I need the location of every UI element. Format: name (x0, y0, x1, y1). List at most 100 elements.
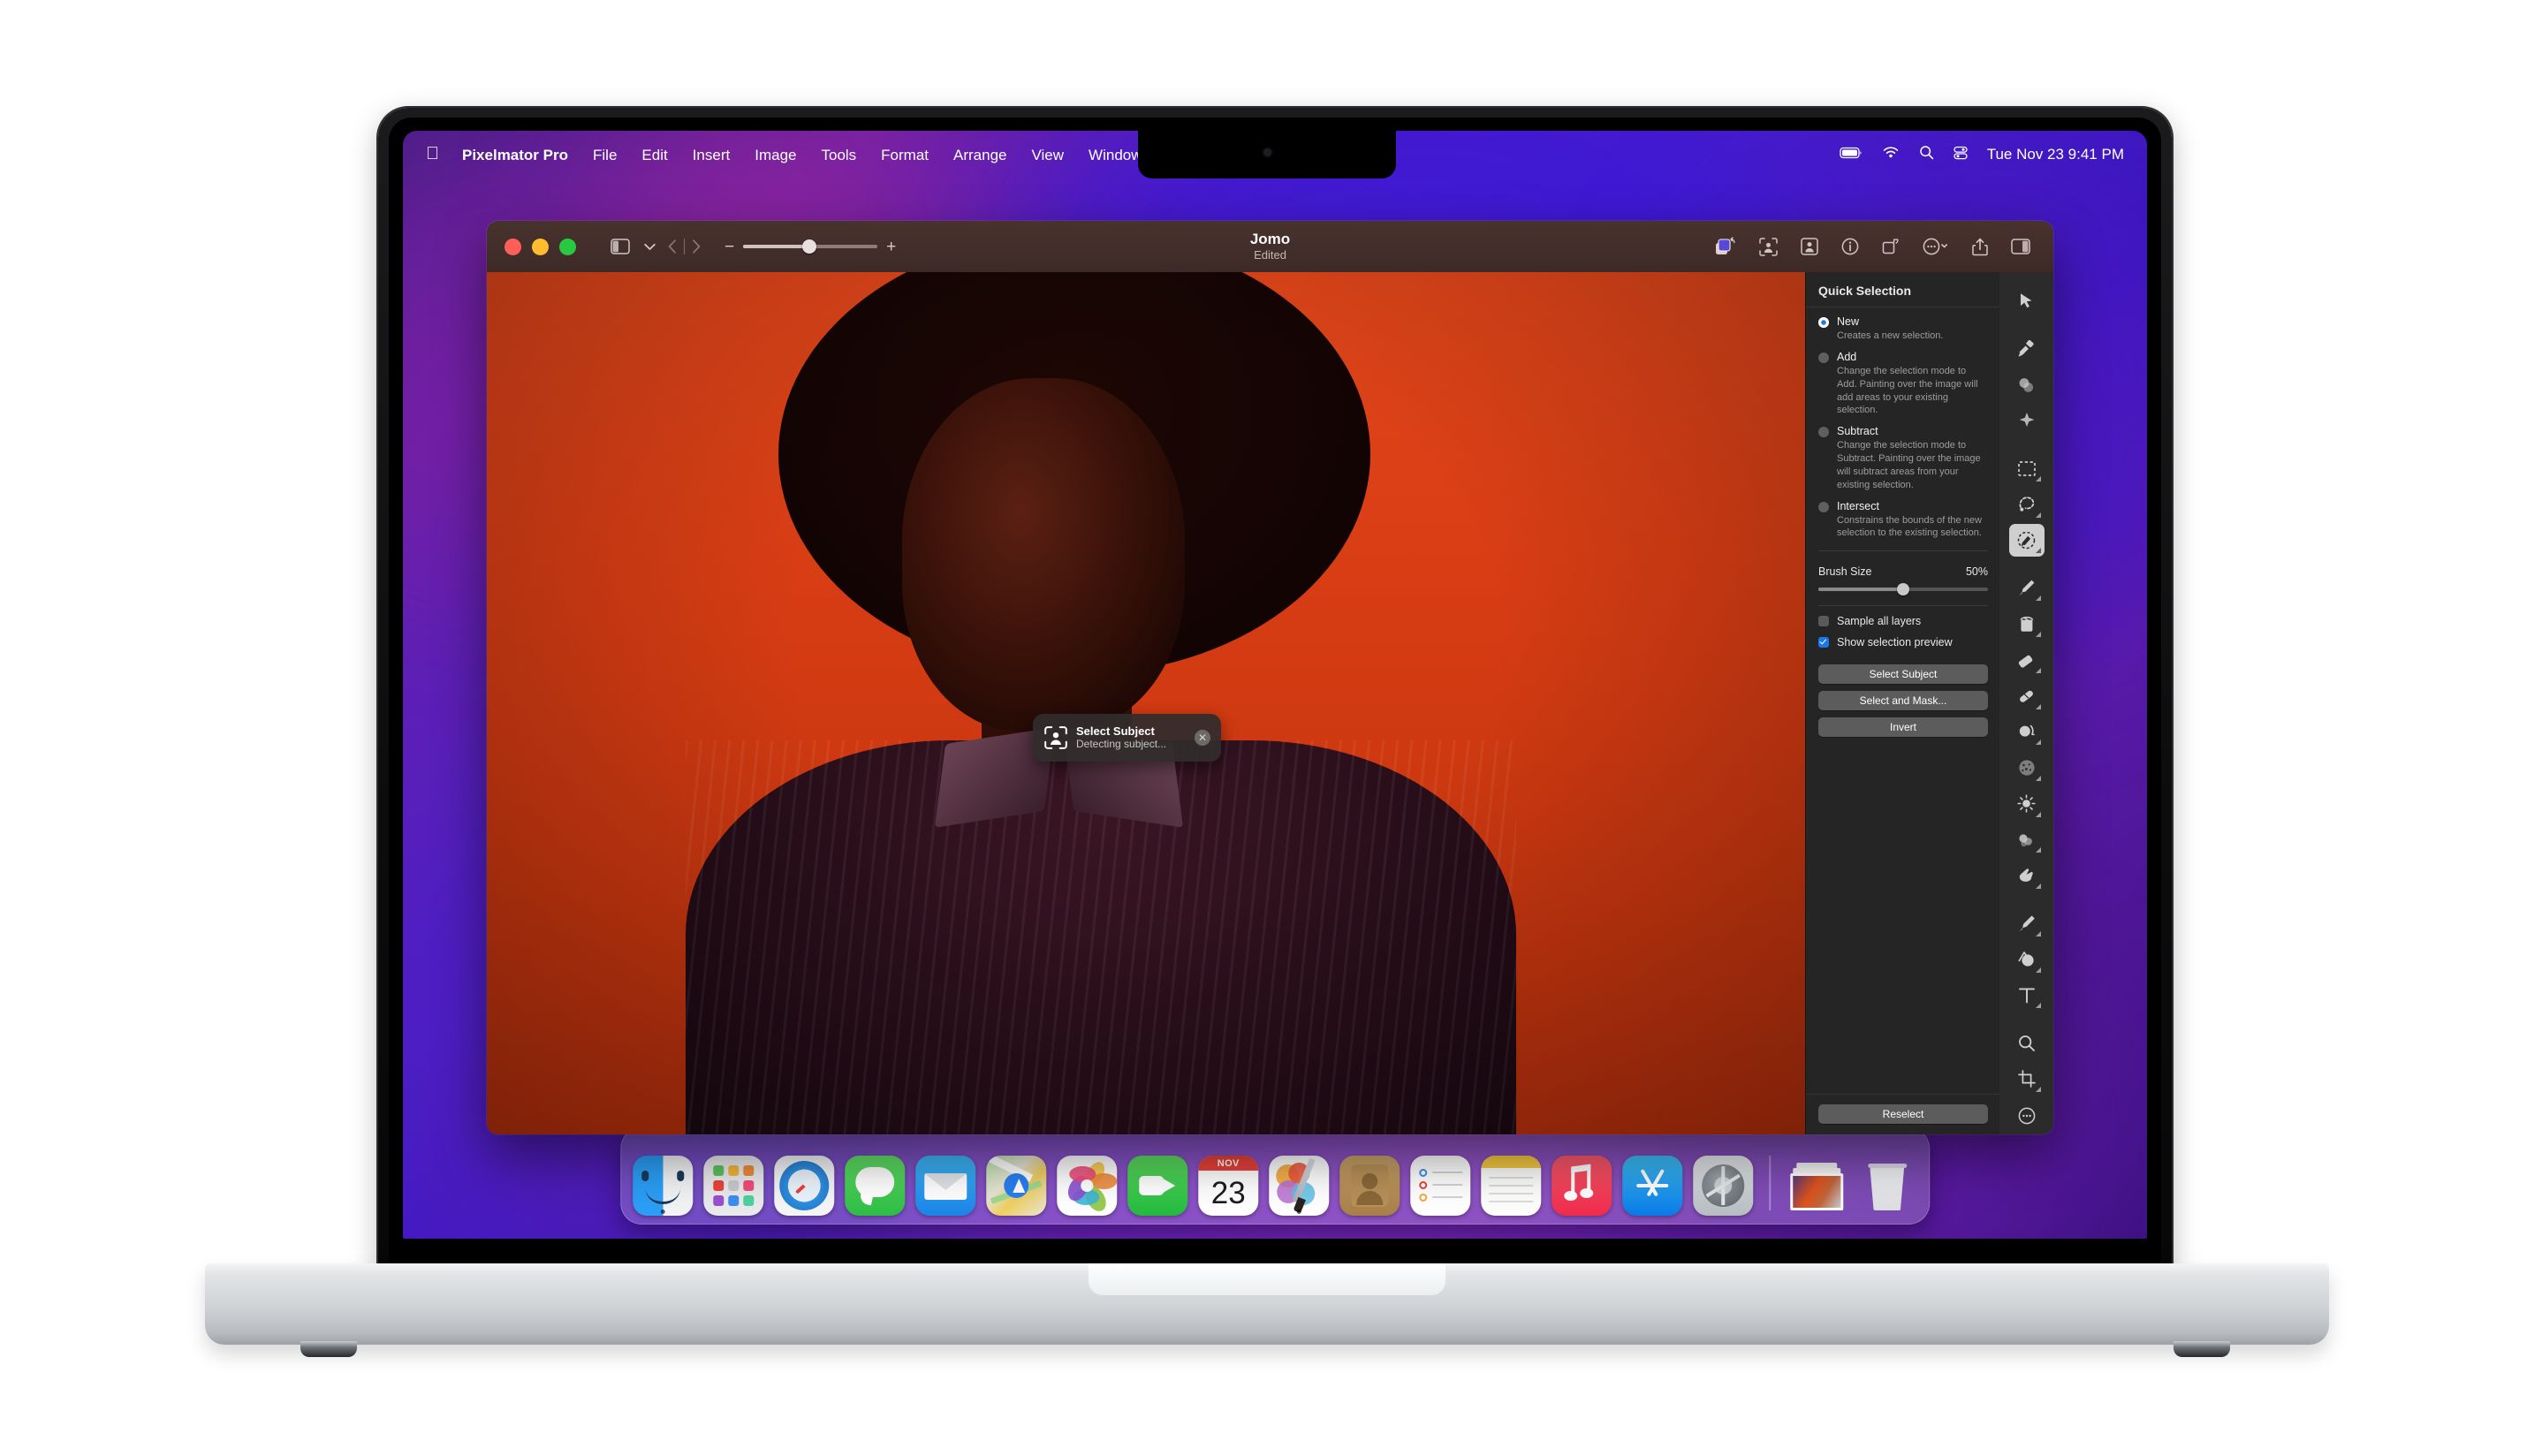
effects-tool[interactable] (2009, 368, 2045, 402)
dock-item-finder[interactable] (633, 1156, 694, 1216)
color-adjustments-tool[interactable] (2009, 332, 2045, 366)
battery-icon[interactable] (1840, 146, 1863, 163)
dock-item-photos[interactable] (1057, 1156, 1118, 1216)
smudge-tool[interactable] (2009, 823, 2045, 857)
menu-item-edit[interactable]: Edit (629, 148, 679, 163)
share-icon[interactable] (1972, 238, 1988, 256)
tool-submenu-indicator[interactable] (2035, 775, 2041, 781)
zoom-slider-track[interactable] (743, 239, 878, 254)
minimize-button[interactable] (532, 238, 549, 255)
rectangular-select-tool[interactable] (2009, 451, 2045, 485)
zoom-out-button[interactable]: − (725, 239, 734, 255)
arrange-tool[interactable] (2009, 284, 2045, 318)
invert-button[interactable]: Invert (1818, 717, 1988, 737)
dock-item-maps[interactable] (986, 1156, 1047, 1216)
more-tools-icon[interactable] (2009, 1098, 2045, 1134)
checkbox-show-selection-preview[interactable]: Show selection preview (1806, 627, 2000, 648)
tool-submenu-indicator[interactable] (2035, 632, 2041, 638)
zoom-tool[interactable] (2009, 1027, 2045, 1060)
dock-item-mail[interactable] (915, 1156, 976, 1216)
dock-item-music[interactable] (1552, 1156, 1612, 1216)
quick-selection-tool[interactable] (2008, 523, 2045, 557)
tool-submenu-indicator[interactable] (2035, 847, 2041, 853)
radio-subtract[interactable] (1818, 427, 1829, 438)
clone-tool[interactable] (2009, 716, 2045, 749)
apple-logo-icon[interactable]:  (419, 145, 450, 165)
control-center-icon[interactable] (1954, 146, 1968, 164)
tool-submenu-indicator[interactable] (2035, 667, 2041, 673)
menu-item-format[interactable]: Format (869, 148, 941, 163)
portrait-icon[interactable] (1801, 238, 1818, 255)
layers-swap-icon[interactable] (1715, 237, 1736, 256)
paint-bucket-tool[interactable] (2009, 607, 2045, 641)
menu-bar-clock[interactable]: Tue Nov 23 9:41 PM (1987, 146, 2124, 163)
back-icon[interactable] (664, 239, 681, 254)
image-canvas[interactable]: Select Subject Detecting subject... ✕ (487, 272, 1805, 1134)
eraser-tool[interactable] (2009, 643, 2045, 677)
checkbox-sample-all-layers[interactable]: Sample all layers (1806, 606, 2000, 627)
tool-submenu-indicator[interactable] (2035, 512, 2041, 518)
dock-item-system-preferences[interactable] (1693, 1156, 1754, 1216)
dock-item-facetime[interactable] (1127, 1156, 1188, 1216)
transform-icon[interactable] (1882, 238, 1900, 255)
tool-submenu-indicator[interactable] (2035, 548, 2041, 554)
radio-add[interactable] (1818, 352, 1829, 363)
zoom-in-button[interactable]: + (886, 239, 896, 255)
brush-size-slider-knob[interactable] (1897, 582, 1909, 595)
shape-tool[interactable] (2009, 943, 2045, 976)
sidebar-toggle-icon[interactable] (604, 239, 636, 254)
dock-item-notes[interactable] (1481, 1156, 1542, 1216)
menu-item-tools[interactable]: Tools (808, 148, 869, 163)
texture-tool[interactable] (2009, 751, 2045, 785)
lighten-tool[interactable] (2009, 787, 2045, 821)
style-tool[interactable] (2009, 404, 2045, 437)
dock-item-downloads-stack[interactable] (1787, 1156, 1847, 1216)
dock-item-calendar[interactable]: NOV 23 (1198, 1156, 1259, 1216)
search-icon[interactable] (1919, 145, 1934, 164)
reselect-button[interactable]: Reselect (1818, 1104, 1988, 1124)
select-and-mask-button[interactable]: Select and Mask... (1818, 690, 1988, 710)
dock-item-safari[interactable] (774, 1156, 835, 1216)
tool-submenu-indicator[interactable] (2035, 967, 2041, 973)
radio-option-add[interactable]: Add (1806, 343, 2000, 363)
dock-item-launchpad[interactable] (703, 1156, 764, 1216)
radio-intersect[interactable] (1818, 501, 1829, 512)
tool-submenu-indicator[interactable] (2035, 739, 2041, 746)
tool-submenu-indicator[interactable] (2035, 931, 2041, 937)
tool-submenu-indicator[interactable] (2035, 703, 2041, 709)
warp-tool[interactable] (2009, 859, 2045, 892)
type-tool[interactable] (2009, 979, 2045, 1012)
menu-item-arrange[interactable]: Arrange (941, 148, 1019, 163)
radio-option-intersect[interactable]: Intersect (1806, 492, 2000, 512)
crop-tool[interactable] (2009, 1062, 2045, 1096)
tool-submenu-indicator[interactable] (2035, 811, 2041, 817)
dock-item-pixelmator-pro[interactable] (1269, 1156, 1330, 1216)
right-sidebar-toggle-icon[interactable] (2011, 239, 2030, 254)
pen-tool[interactable] (2009, 906, 2045, 940)
close-button[interactable] (505, 238, 521, 255)
menu-item-view[interactable]: View (1020, 148, 1077, 163)
tool-submenu-indicator[interactable] (2035, 1003, 2041, 1009)
ml-select-subject-icon[interactable] (1759, 237, 1778, 256)
dock-item-app-store[interactable] (1622, 1156, 1683, 1216)
menu-item-file[interactable]: File (580, 148, 629, 163)
checkbox-sample-all-layers-box[interactable] (1818, 615, 1829, 626)
zoom-slider-knob[interactable] (801, 239, 816, 254)
menu-item-image[interactable]: Image (742, 148, 808, 163)
info-icon[interactable] (1841, 238, 1859, 255)
menu-item-pixelmator-pro[interactable]: Pixelmator Pro (450, 148, 580, 163)
zoom-slider[interactable]: − + (725, 239, 896, 255)
zoom-button[interactable] (559, 238, 576, 255)
dock-item-contacts[interactable] (1339, 1156, 1400, 1216)
dock-item-reminders[interactable] (1410, 1156, 1471, 1216)
forward-icon[interactable] (687, 239, 705, 254)
chevron-down-icon[interactable] (636, 243, 664, 251)
radio-option-new[interactable]: New (1806, 307, 2000, 328)
brush-size-slider[interactable] (1818, 582, 1988, 595)
tool-submenu-indicator[interactable] (2035, 883, 2041, 890)
more-options-icon[interactable] (1923, 238, 1949, 255)
tool-submenu-indicator[interactable] (2035, 1087, 2041, 1093)
select-subject-button[interactable]: Select Subject (1818, 664, 1988, 684)
freeform-select-tool[interactable] (2009, 488, 2045, 521)
paint-tool[interactable] (2009, 572, 2045, 605)
